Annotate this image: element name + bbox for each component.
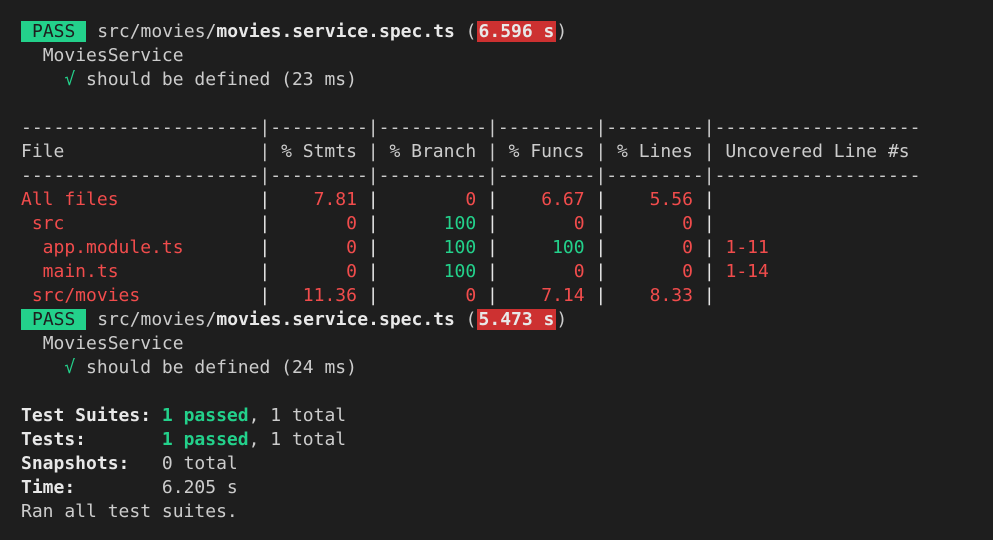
coverage-branch: 0 [378,285,477,306]
summary-footer: Ran all test suites. [21,501,238,522]
pass-badge: PASS [21,21,87,42]
coverage-funcs: 0 [497,213,585,234]
column-divider: | [584,189,607,210]
test-duration-badge: 6.596 s [476,21,557,42]
column-divider: | [584,285,607,306]
column-divider: | [476,189,498,210]
suite-name: MoviesService [42,45,184,66]
coverage-stmts: 0 [270,213,357,234]
coverage-funcs: 0 [497,261,585,282]
check-icon: √ [64,69,76,90]
coverage-funcs: 6.67 [497,189,585,210]
coverage-stmts: 0 [270,237,357,258]
test-case-label: should be defined (24 ms) [86,357,357,378]
test-file-name: movies.service.spec.ts [216,309,455,330]
coverage-stmts: 11.36 [270,285,357,306]
column-divider: | [692,285,715,306]
check-icon: √ [64,357,76,378]
column-divider: | [356,213,379,234]
column-divider: | [259,189,271,210]
test-file-result: PASS src/movies/movies.service.spec.ts (… [21,20,993,44]
pass-badge: PASS [21,309,87,330]
column-divider: | [584,261,607,282]
test-file-dir: src/movies/ [97,21,217,42]
column-divider: | [259,261,271,282]
coverage-row: All files | 7.81 | 0 | 6.67 | 5.56 | [21,188,993,212]
coverage-uncovered: 1-11 [714,237,769,258]
column-divider: | [476,285,498,306]
coverage-file-name: All files [21,189,260,210]
coverage-stmts: 7.81 [270,189,357,210]
column-divider: | [259,237,271,258]
column-divider: | [356,237,379,258]
test-file-name: movies.service.spec.ts [216,21,455,42]
column-divider: | [476,213,498,234]
coverage-branch: 100 [378,213,477,234]
test-file-result: PASS src/movies/movies.service.spec.ts (… [21,308,993,332]
summary-suites: Test Suites: 1 passed, 1 total [21,405,347,426]
column-divider: | [692,237,715,258]
column-divider: | [356,285,379,306]
coverage-lines: 0 [606,213,693,234]
test-case: √ should be defined (23 ms) [21,68,993,92]
test-duration-badge: 5.473 s [476,309,557,330]
summary-time: Time: 6.205 s [21,477,238,498]
terminal-output: PASS src/movies/movies.service.spec.ts (… [0,0,993,540]
coverage-file-name: src/movies [21,285,260,306]
coverage-lines: 0 [606,261,693,282]
summary-snapshots: Snapshots: 0 total [21,453,238,474]
coverage-rows: All files | 7.81 | 0 | 6.67 | 5.56 | src… [21,188,993,308]
coverage-file-name: main.ts [21,261,260,282]
column-divider: | [476,237,498,258]
coverage-funcs: 7.14 [497,285,585,306]
column-divider: | [584,237,607,258]
column-divider: | [259,213,271,234]
coverage-lines: 8.33 [606,285,693,306]
column-divider: | [692,213,715,234]
coverage-file-name: src [21,213,260,234]
suite-name: MoviesService [42,333,184,354]
coverage-lines: 0 [606,237,693,258]
coverage-file-name: app.module.ts [21,237,260,258]
coverage-header: File | % Stmts | % Branch | % Funcs | % … [21,141,910,162]
coverage-funcs: 100 [497,237,585,258]
coverage-stmts: 0 [270,261,357,282]
coverage-row: main.ts | 0 | 100 | 0 | 0 | 1-14 [21,260,993,284]
coverage-branch: 100 [378,237,477,258]
column-divider: | [476,261,498,282]
test-case: √ should be defined (24 ms) [21,356,993,380]
coverage-row: app.module.ts | 0 | 100 | 100 | 0 | 1-11 [21,236,993,260]
coverage-branch: 100 [378,261,477,282]
test-case-label: should be defined (23 ms) [86,69,357,90]
column-divider: | [692,261,715,282]
coverage-row: src | 0 | 100 | 0 | 0 | [21,212,993,236]
coverage-row: src/movies | 11.36 | 0 | 7.14 | 8.33 | [21,284,993,308]
column-divider: | [584,213,607,234]
column-divider: | [259,285,271,306]
coverage-lines: 5.56 [606,189,693,210]
coverage-uncovered: 1-14 [714,261,769,282]
coverage-separator: ----------------------|---------|-------… [21,165,921,186]
coverage-branch: 0 [378,189,477,210]
column-divider: | [356,189,379,210]
column-divider: | [356,261,379,282]
test-file-dir: src/movies/ [97,309,217,330]
summary-tests: Tests: 1 passed, 1 total [21,429,347,450]
column-divider: | [692,189,715,210]
coverage-separator: ----------------------|---------|-------… [21,117,921,138]
